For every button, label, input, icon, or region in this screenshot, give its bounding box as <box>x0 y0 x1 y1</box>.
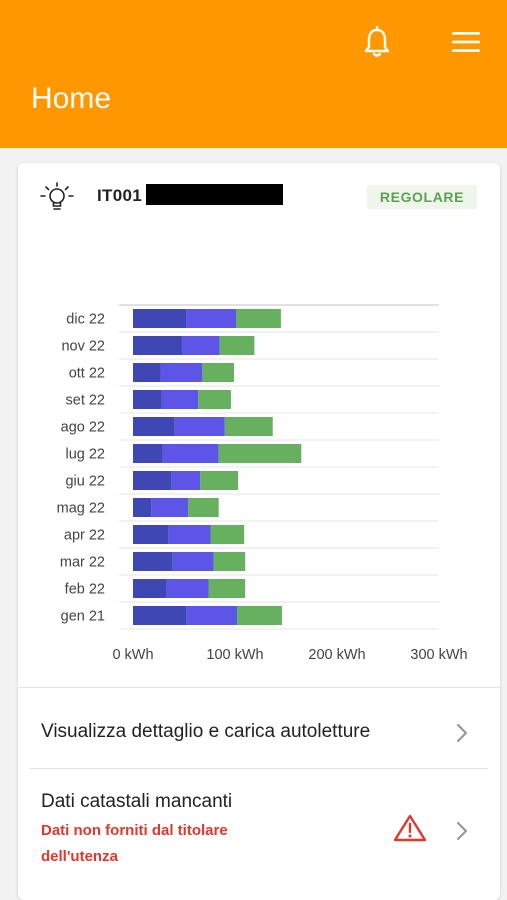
chart-bar-segment-3 <box>213 552 246 571</box>
chart-category-label: ott 22 <box>69 366 105 382</box>
chart-x-tick-label: 200 kWh <box>308 647 365 663</box>
chart-bar-segment-2 <box>174 417 225 436</box>
readings-detail-row[interactable]: Visualizza dettaglio e carica autolettur… <box>18 688 500 768</box>
page-title: Home <box>31 82 112 115</box>
chart-bar-segment-1 <box>133 417 175 436</box>
app-bar: Home <box>0 0 507 148</box>
chart-bar-segment-3 <box>218 444 302 463</box>
chart-x-tick-label: 100 kWh <box>206 647 263 663</box>
chart-x-tick-label: 0 kWh <box>112 647 153 663</box>
chart-bar-segment-2 <box>168 525 211 544</box>
bell-icon <box>364 26 390 57</box>
readings-detail-label: Visualizza dettaglio e carica autolettur… <box>41 721 371 742</box>
chart-bar-segment-3 <box>219 336 255 355</box>
chart-bar-segment-3 <box>200 471 239 490</box>
supply-code: IT001 <box>97 186 142 205</box>
chart-category-label: mar 22 <box>60 555 105 571</box>
chart-bar-segment-1 <box>133 390 162 409</box>
chart-category-label: apr 22 <box>64 528 105 544</box>
chart-bar-segment-2 <box>160 363 203 382</box>
chart-category-label: gen 21 <box>61 609 105 625</box>
chart-bar-segment-2 <box>166 579 209 598</box>
chart-bar-segment-3 <box>236 309 281 328</box>
chevron-right-icon <box>456 821 468 841</box>
chart-bar-segment-1 <box>133 363 161 382</box>
lightbulb-icon <box>40 182 74 210</box>
chart-category-label: ago 22 <box>61 420 105 436</box>
chart-category-label: lug 22 <box>65 447 105 463</box>
chart-bar-segment-3 <box>208 579 246 598</box>
redacted-code <box>146 184 283 205</box>
chart-bar-segment-2 <box>186 309 237 328</box>
chart-bar-segment-3 <box>210 525 245 544</box>
chart-bar-segment-2 <box>186 606 238 625</box>
chart-bar-segment-3 <box>188 498 219 517</box>
chart-bar-segment-2 <box>151 498 189 517</box>
chart-bar-segment-1 <box>133 552 173 571</box>
chart-bar-segment-3 <box>224 417 273 436</box>
menu-button[interactable] <box>446 24 486 60</box>
chart-bar-segment-1 <box>133 336 182 355</box>
chart-bar-segment-2 <box>172 552 214 571</box>
cadastral-data-warning-text: Dati non forniti dal titolare dell'utenz… <box>41 822 228 865</box>
menu-icon <box>452 32 480 52</box>
consumption-chart: dic 22 nov 22 ott 22 set 22 ago 22 lug 22 giu … <box>57 304 468 663</box>
chart-bar-segment-2 <box>161 390 199 409</box>
chart-bar-segment-1 <box>133 579 167 598</box>
chart-bar-segment-2 <box>181 336 220 355</box>
cadastral-data-row[interactable]: Dati catastali mancanti Dati non forniti… <box>18 769 500 879</box>
chart-category-label: feb 22 <box>65 582 105 598</box>
chart-bar-segment-1 <box>133 309 187 328</box>
status-badge: REGOLARE <box>367 185 477 209</box>
cadastral-data-label: Dati catastali mancanti <box>41 791 233 812</box>
chart-bar-segment-1 <box>133 525 169 544</box>
chart-x-tick-label: 300 kWh <box>410 647 467 663</box>
chart-bar-segment-2 <box>162 444 219 463</box>
chart-category-label: dic 22 <box>66 312 105 328</box>
chart-bar-segment-2 <box>171 471 201 490</box>
chart-bar-segment-3 <box>198 390 231 409</box>
chevron-right-icon <box>456 723 468 743</box>
supply-card: IT001 REGOLARE dic 22 nov 22 ott 22 set 22 a… <box>18 163 500 900</box>
chart-bar-segment-3 <box>237 606 282 625</box>
chart-bar-segment-1 <box>133 444 163 463</box>
chart-category-label: mag 22 <box>57 501 105 517</box>
chart-bar-segment-1 <box>133 498 152 517</box>
warning-icon <box>393 814 427 842</box>
chart-category-label: nov 22 <box>61 339 105 355</box>
notifications-button[interactable] <box>357 24 397 60</box>
chart-category-label: giu 22 <box>65 474 105 490</box>
chart-category-label: set 22 <box>66 393 106 409</box>
chart-bar-segment-1 <box>133 606 187 625</box>
chart-bar-segment-1 <box>133 471 172 490</box>
chart-bar-segment-3 <box>202 363 234 382</box>
